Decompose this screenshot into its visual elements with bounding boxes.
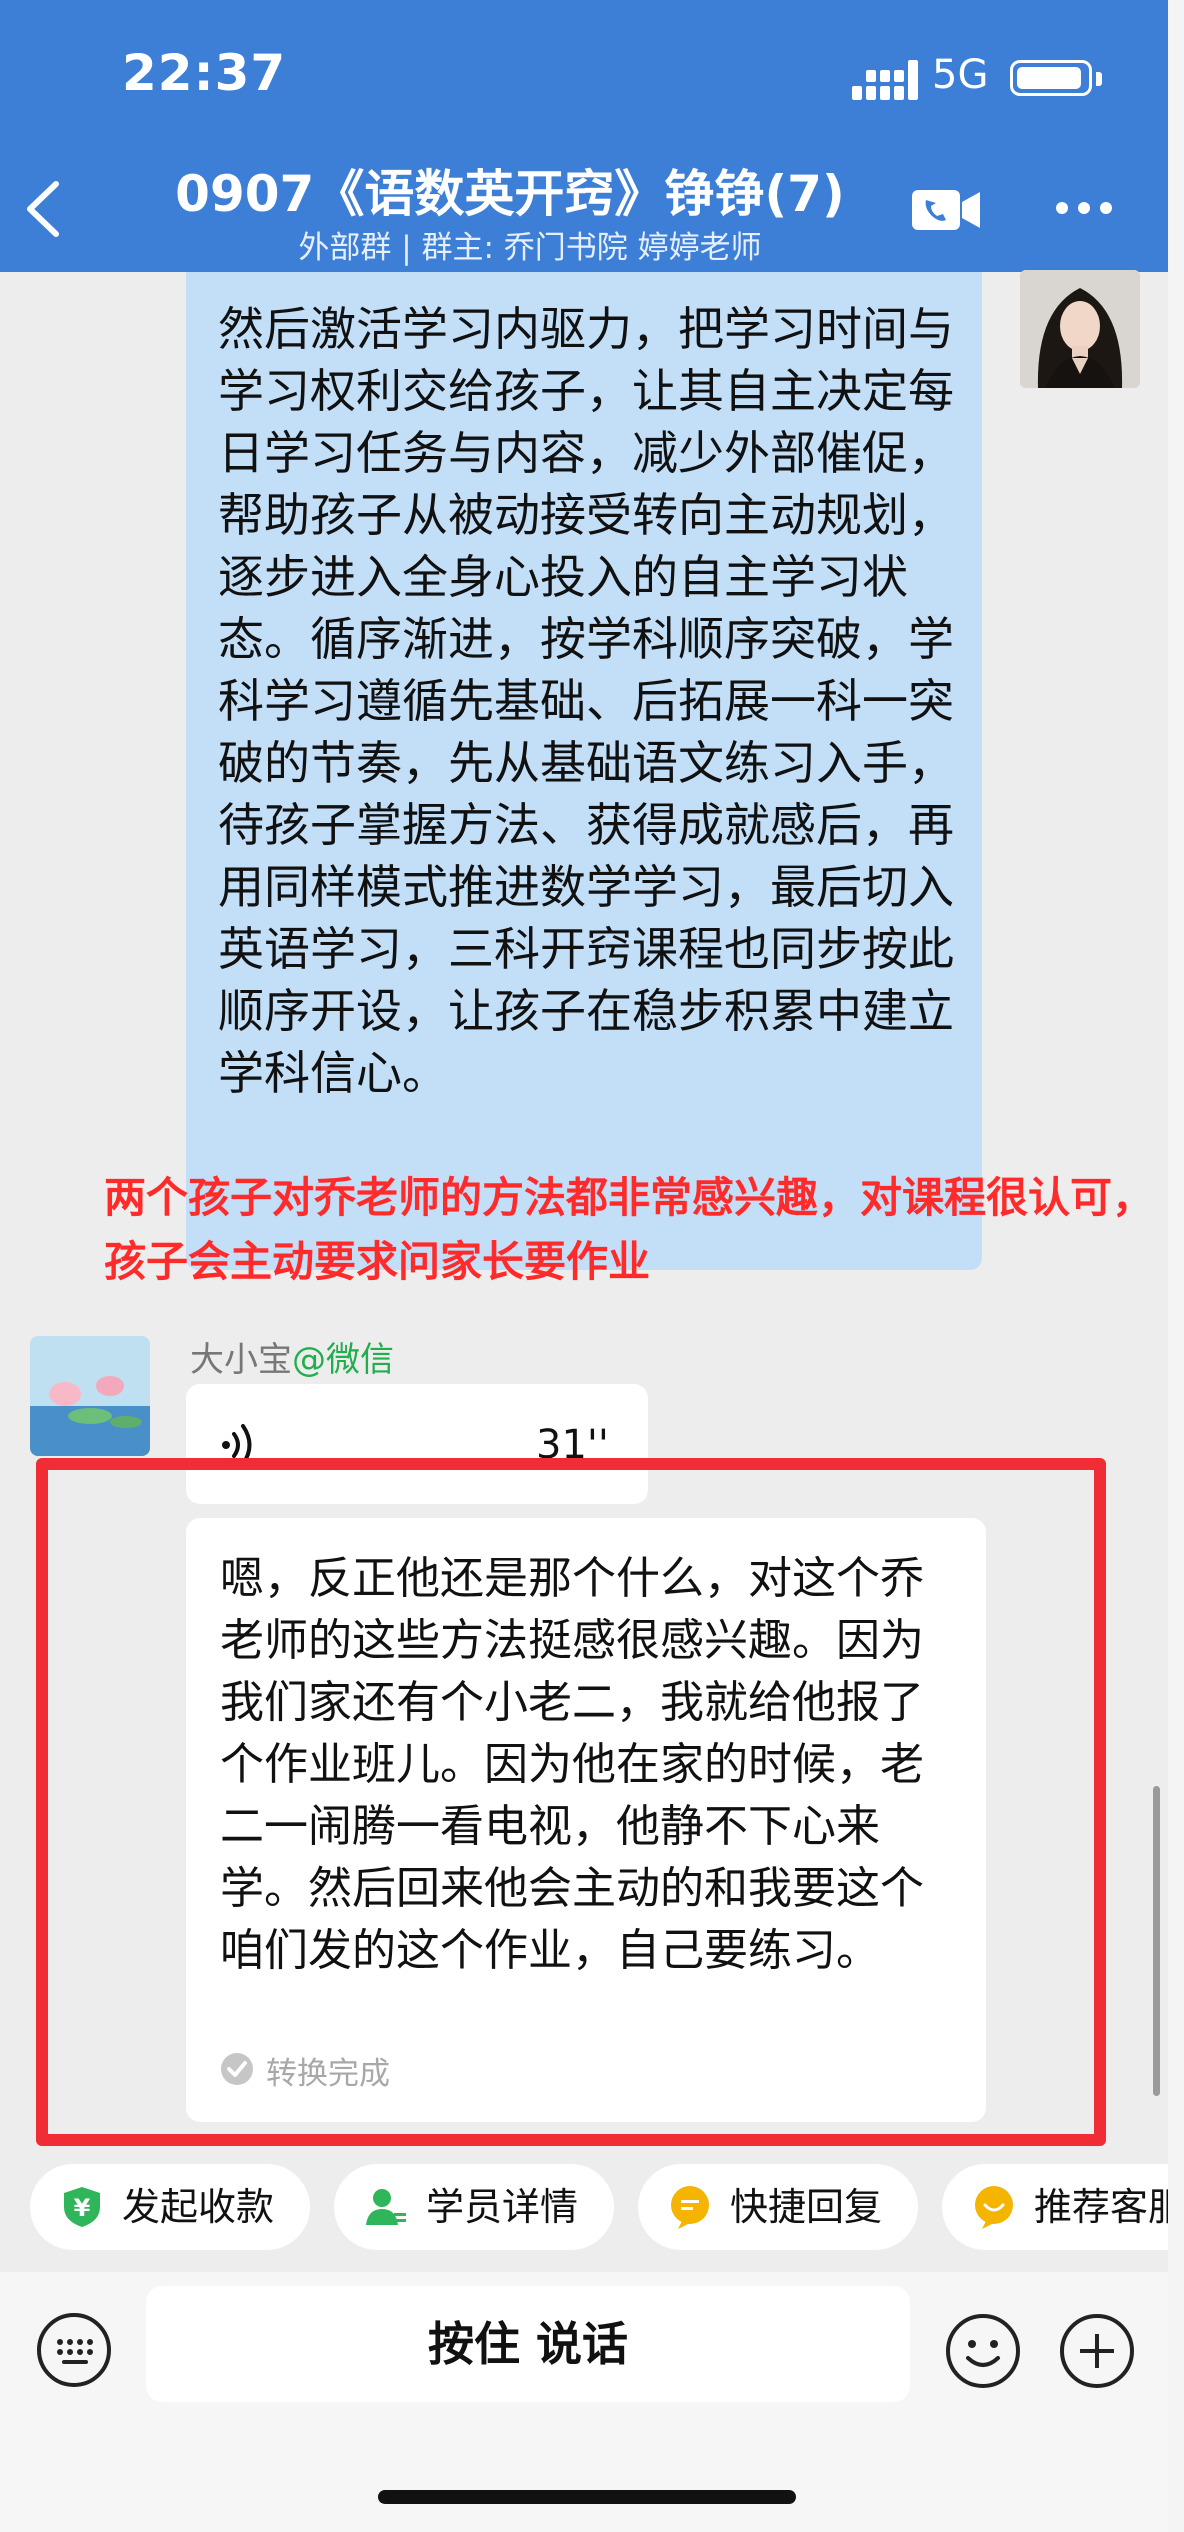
- quick-action-label: 学员详情: [426, 2185, 579, 2229]
- parent-name-label: 大小宝: [190, 1340, 292, 1380]
- lotus-avatar-image: [30, 1336, 150, 1456]
- quick-action-label: 推荐客服: [1034, 2185, 1168, 2229]
- emoji-button[interactable]: [944, 2312, 1022, 2390]
- student-icon: [366, 2189, 406, 2225]
- input-bar: 按住 说话: [0, 2272, 1168, 2532]
- quick-actions-bar: ¥ 发起收款 学员详情 快捷回复 推荐客服: [0, 2152, 1168, 2272]
- quick-action-payment[interactable]: ¥ 发起收款: [30, 2164, 310, 2250]
- quick-action-quick-reply[interactable]: 快捷回复: [638, 2164, 918, 2250]
- screen-edge: [1168, 0, 1184, 2532]
- quick-reply-icon: [671, 2186, 709, 2229]
- chat-subtitle: 外部群 | 群主: 乔门书院 婷婷老师: [298, 230, 762, 266]
- teacher-avatar[interactable]: [1020, 270, 1140, 388]
- battery-icon: [1010, 60, 1092, 96]
- teacher-message-bubble[interactable]: 然后激活学习内驱力，把学习时间与学习权利交给孩子，让其自主决定每日学习任务与内容…: [186, 272, 982, 1270]
- quick-action-student-details[interactable]: 学员详情: [334, 2164, 614, 2250]
- highlight-box: [36, 1458, 1106, 2146]
- keyboard-toggle-button[interactable]: [36, 2312, 112, 2388]
- chat-header: 22:37 5G 0907《语数英开窍》铮铮(7) 外部群 | 群主: 乔门书院…: [0, 0, 1168, 272]
- hold-to-talk-button[interactable]: 按住 说话: [146, 2286, 910, 2402]
- status-time: 22:37: [122, 44, 287, 102]
- home-indicator[interactable]: [378, 2490, 796, 2504]
- annotation-text: 两个孩子对乔老师的方法都非常感兴趣，对课程很认可，孩子会主动要求问家长要作业: [104, 1173, 1155, 1286]
- parent-name: 大小宝@微信: [190, 1332, 394, 1381]
- more-options-button[interactable]: [1054, 200, 1114, 216]
- teacher-portrait: [1020, 270, 1140, 388]
- quick-action-recommend-service[interactable]: 推荐客服: [942, 2164, 1168, 2250]
- parent-avatar[interactable]: [30, 1336, 150, 1456]
- network-label: 5G: [932, 52, 989, 98]
- chat-title[interactable]: 0907《语数英开窍》铮铮(7): [140, 154, 880, 226]
- parent-source-label: @微信: [292, 1340, 394, 1380]
- recommend-icon: [975, 2186, 1013, 2229]
- svg-text:¥: ¥: [74, 2194, 91, 2222]
- payment-icon: ¥: [64, 2187, 100, 2227]
- scrollbar[interactable]: [1153, 1786, 1160, 2096]
- teacher-message-text: 然后激活学习内驱力，把学习时间与学习权利交给孩子，让其自主决定每日学习任务与内容…: [218, 302, 954, 1100]
- add-more-button[interactable]: [1058, 2312, 1136, 2390]
- video-call-button[interactable]: [910, 184, 982, 236]
- back-button[interactable]: [18, 180, 68, 238]
- battery-tip: [1096, 72, 1102, 86]
- quick-action-label: 发起收款: [122, 2185, 275, 2229]
- signal-icon: [852, 60, 918, 100]
- quick-action-label: 快捷回复: [730, 2185, 883, 2229]
